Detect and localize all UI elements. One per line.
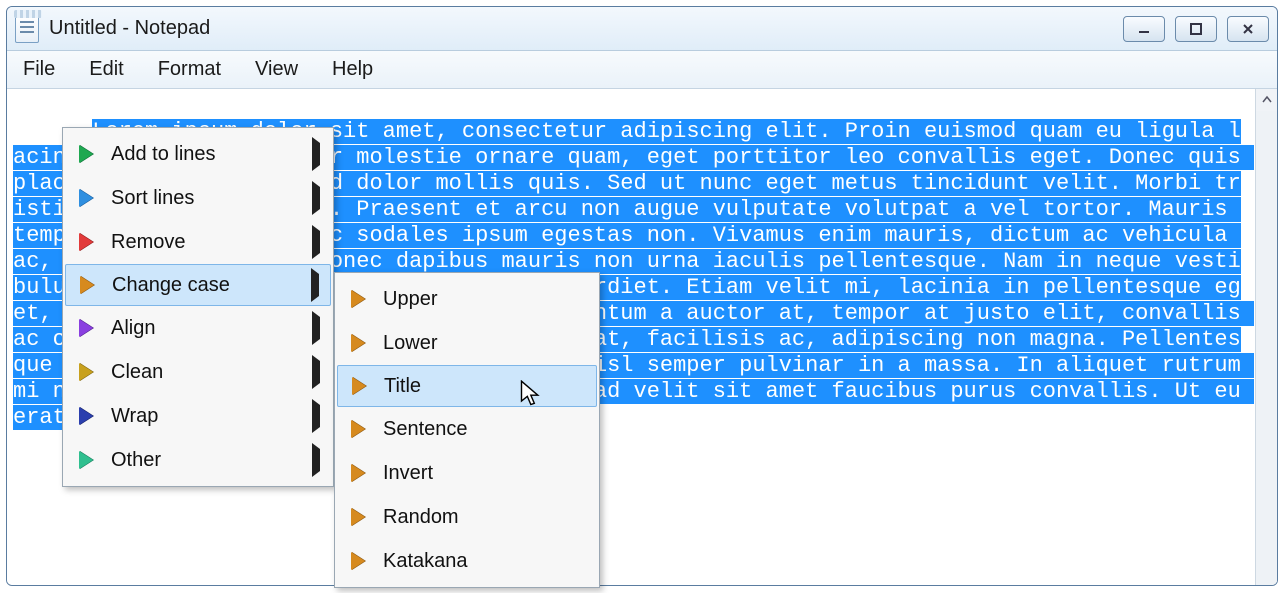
window-controls [1123, 16, 1269, 42]
submenu-arrow-icon [309, 449, 323, 472]
mouse-cursor [520, 380, 544, 413]
ctx-case-invert[interactable]: Invert [337, 451, 597, 495]
context-menu-label: Upper [373, 288, 589, 311]
ctx-main-change-case[interactable]: Change case [65, 264, 331, 306]
context-menu-label: Add to lines [101, 143, 309, 166]
triangle-icon [343, 290, 373, 308]
context-menu-label: Sort lines [101, 187, 309, 210]
triangle-icon [343, 420, 373, 438]
scroll-up-button[interactable] [1256, 89, 1277, 111]
triangle-icon [72, 276, 102, 294]
submenu-arrow-icon [309, 143, 323, 166]
submenu-arrow-icon [309, 187, 323, 210]
submenu-arrow-icon [308, 274, 322, 297]
minimize-button[interactable] [1123, 16, 1165, 42]
submenu-arrow-icon [309, 361, 323, 384]
triangle-icon [71, 319, 101, 337]
ctx-main-clean[interactable]: Clean [65, 350, 331, 394]
context-menu-label: Sentence [373, 418, 589, 441]
menu-view[interactable]: View [249, 54, 304, 85]
ctx-main-remove[interactable]: Remove [65, 220, 331, 264]
triangle-icon [71, 145, 101, 163]
triangle-icon [71, 407, 101, 425]
context-menu-label: Align [101, 317, 309, 340]
menubar: File Edit Format View Help [7, 51, 1277, 89]
context-menu-label: Lower [373, 332, 589, 355]
ctx-main-sort-lines[interactable]: Sort lines [65, 176, 331, 220]
cursor-icon [520, 380, 544, 408]
window-title: Untitled - Notepad [49, 17, 1123, 40]
context-menu-label: Clean [101, 361, 309, 384]
scroll-track[interactable] [1256, 111, 1277, 585]
triangle-icon [343, 508, 373, 526]
minimize-icon [1137, 22, 1151, 36]
menu-file[interactable]: File [17, 54, 61, 85]
menu-help[interactable]: Help [326, 54, 379, 85]
ctx-case-sentence[interactable]: Sentence [337, 407, 597, 451]
context-menu-main: Add to lines Sort lines Remove Change case A… [62, 127, 334, 487]
maximize-button[interactable] [1175, 16, 1217, 42]
triangle-icon [71, 363, 101, 381]
ctx-case-upper[interactable]: Upper [337, 277, 597, 321]
notepad-icon [15, 15, 39, 43]
context-menu-change-case: Upper Lower Title Sentence Invert Random Katak… [334, 272, 600, 588]
ctx-case-title[interactable]: Title [337, 365, 597, 407]
triangle-icon [71, 451, 101, 469]
context-menu-label: Title [374, 375, 588, 398]
triangle-icon [343, 464, 373, 482]
context-menu-label: Wrap [101, 405, 309, 428]
submenu-arrow-icon [309, 317, 323, 340]
menu-format[interactable]: Format [152, 54, 227, 85]
context-menu-label: Random [373, 506, 589, 529]
ctx-main-other[interactable]: Other [65, 438, 331, 482]
chevron-up-icon [1262, 95, 1272, 105]
ctx-main-align[interactable]: Align [65, 306, 331, 350]
ctx-main-wrap[interactable]: Wrap [65, 394, 331, 438]
close-button[interactable] [1227, 16, 1269, 42]
triangle-icon [343, 552, 373, 570]
close-icon [1241, 22, 1255, 36]
triangle-icon [71, 189, 101, 207]
context-menu-label: Change case [102, 274, 308, 297]
triangle-icon [343, 334, 373, 352]
maximize-icon [1189, 22, 1203, 36]
titlebar[interactable]: Untitled - Notepad [7, 7, 1277, 51]
submenu-arrow-icon [309, 231, 323, 254]
ctx-main-add-to-lines[interactable]: Add to lines [65, 132, 331, 176]
context-menu-label: Invert [373, 462, 589, 485]
submenu-arrow-icon [309, 405, 323, 428]
ctx-case-random[interactable]: Random [337, 495, 597, 539]
ctx-case-katakana[interactable]: Katakana [337, 539, 597, 583]
triangle-icon [71, 233, 101, 251]
context-menu-label: Remove [101, 231, 309, 254]
vertical-scrollbar[interactable] [1255, 89, 1277, 585]
triangle-icon [344, 377, 374, 395]
ctx-case-lower[interactable]: Lower [337, 321, 597, 365]
context-menu-label: Other [101, 449, 309, 472]
menu-edit[interactable]: Edit [83, 54, 129, 85]
context-menu-label: Katakana [373, 550, 589, 573]
